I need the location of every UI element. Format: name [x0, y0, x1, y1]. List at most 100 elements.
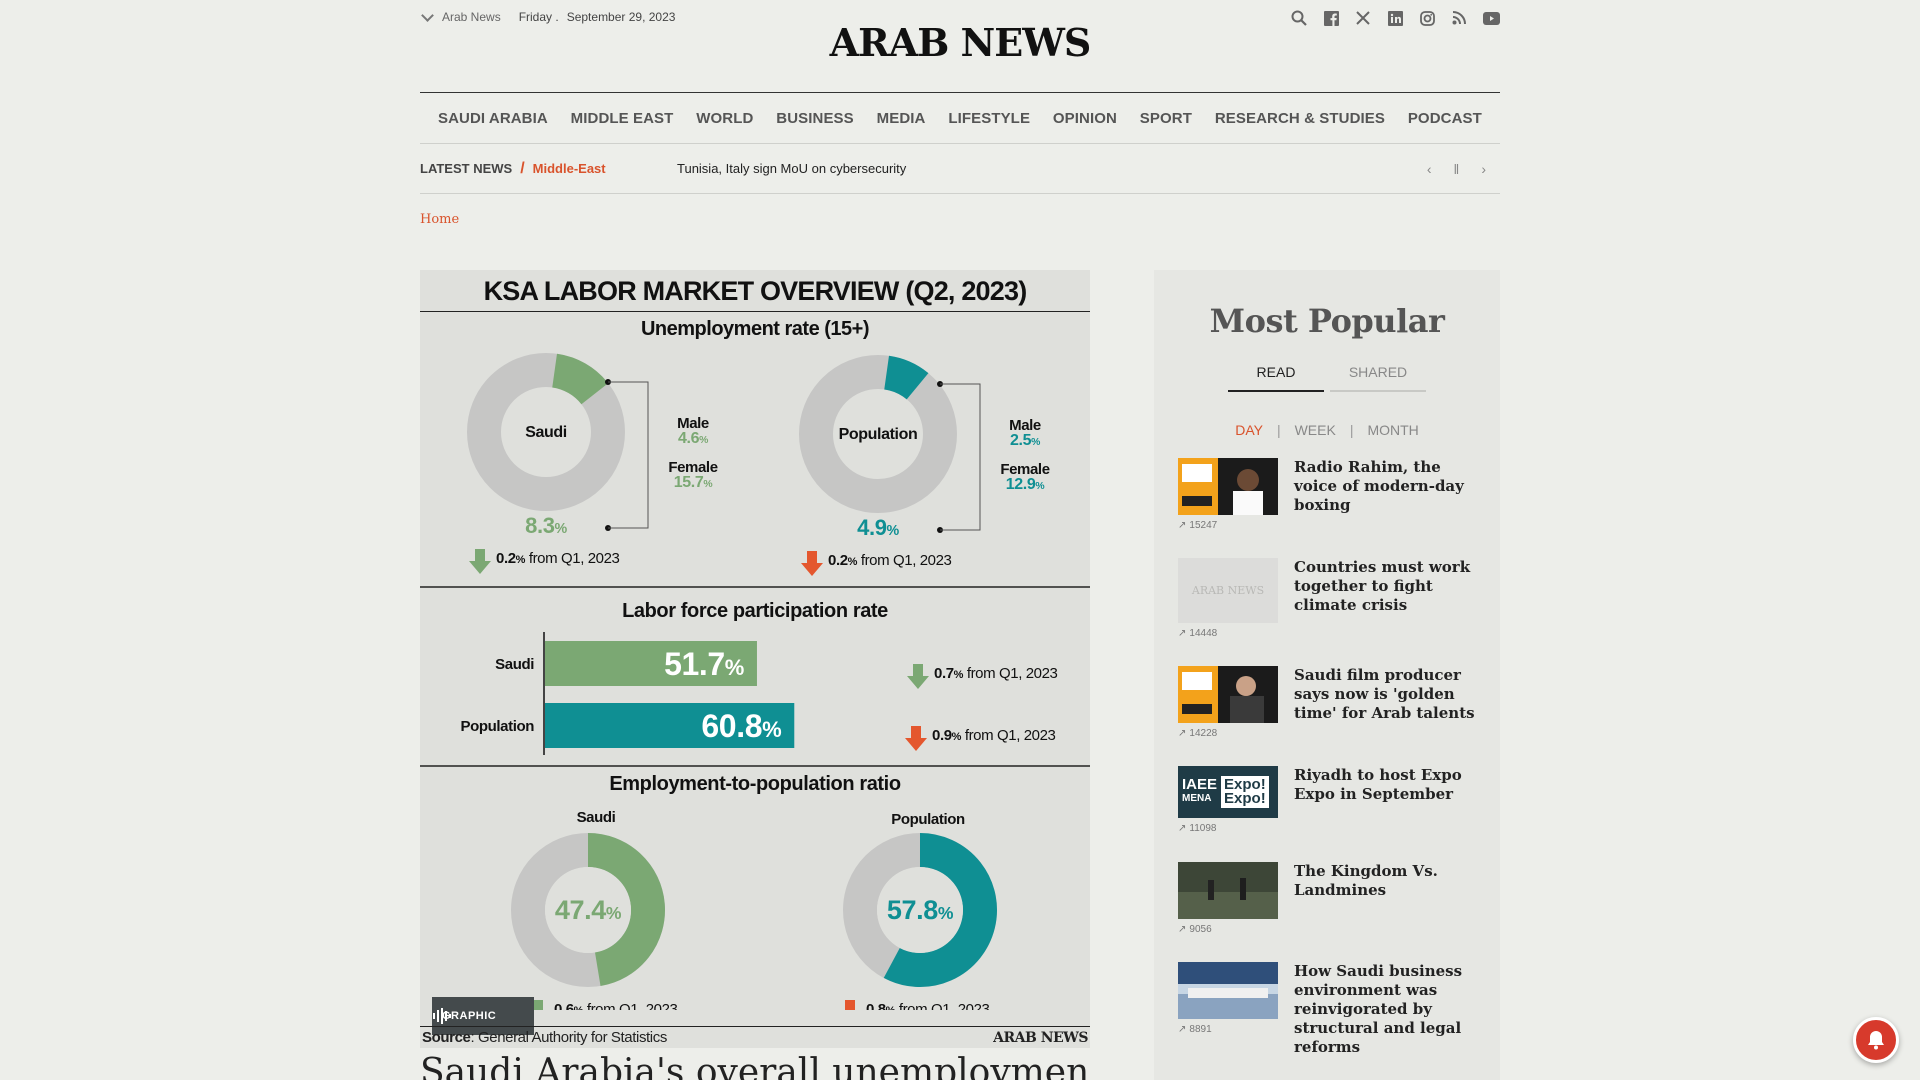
list-item[interactable]: ↗ 9056 The Kingdom Vs. Landmines	[1178, 862, 1500, 962]
read-count-value: 14228	[1189, 728, 1218, 739]
popular-title[interactable]: How Saudi business environment was reinv…	[1294, 962, 1484, 1057]
popular-title[interactable]: Riyadh to host Expo Expo in September	[1294, 766, 1484, 804]
donut-label: Population	[839, 426, 918, 443]
nav-opinion[interactable]: OPINION	[1053, 110, 1117, 127]
thumb-line: MENA	[1182, 793, 1212, 804]
period-month[interactable]: MONTH	[1353, 422, 1432, 438]
youtube-icon[interactable]	[1482, 9, 1500, 27]
chevron-right-icon[interactable]: ›	[1481, 161, 1486, 177]
read-count-value: 8891	[1189, 1024, 1212, 1035]
read-count-value: 11098	[1189, 823, 1217, 834]
down-arrow-icon	[469, 549, 491, 574]
bar-change-label: 0.7% from Q1, 2023	[934, 665, 1058, 682]
female-value: 12.9%	[1006, 476, 1045, 493]
male-value: 4.6%	[678, 430, 708, 447]
nav-media[interactable]: MEDIA	[877, 110, 926, 127]
rss-icon[interactable]	[1450, 9, 1468, 27]
read-count-value: 9056	[1189, 924, 1212, 935]
ticker-separator: /	[520, 159, 525, 177]
list-item[interactable]: IAEE MENA Expo! Expo! ↗ 11098 Riyadh to hos…	[1178, 766, 1500, 862]
notification-bell-button[interactable]	[1853, 1017, 1899, 1063]
thumbnail-iaee-expo[interactable]: IAEE MENA Expo! Expo!	[1178, 766, 1278, 818]
popular-title[interactable]: Countries must work together to fight cl…	[1294, 558, 1484, 615]
edition-label[interactable]: Arab News	[442, 10, 501, 24]
infographic-footer: Source: General Authority for Statistics…	[420, 1026, 1090, 1048]
pause-icon[interactable]: ‖	[1454, 161, 1460, 177]
tab-read[interactable]: READ	[1228, 360, 1324, 392]
footer-logo: ARAB NEWS	[993, 1029, 1088, 1046]
infographic: KSA LABOR MARKET OVERVIEW (Q2, 2023) Une…	[420, 270, 1090, 1048]
placeholder-logo: ARAB NEWS	[1178, 558, 1278, 623]
down-arrow-icon	[801, 551, 823, 576]
popular-title[interactable]: Radio Rahim, the voice of modern-day box…	[1294, 458, 1484, 515]
thumbnail-mayman-show[interactable]	[1178, 458, 1278, 515]
popular-title[interactable]: The Kingdom Vs. Landmines	[1294, 862, 1484, 900]
breadcrumb[interactable]: Home	[420, 212, 1500, 227]
read-count: ↗ 8891	[1178, 1024, 1212, 1035]
nav-sport[interactable]: SPORT	[1140, 110, 1192, 127]
trend-icon: ↗	[1178, 924, 1187, 935]
list-item[interactable]: ↗ 14228 Saudi film producer says now is '…	[1178, 666, 1500, 766]
thumb-line: Expo!	[1224, 790, 1266, 807]
ticker-category[interactable]: Middle-East	[533, 161, 606, 176]
bar-change-label: 0.9% from Q1, 2023	[932, 727, 1056, 744]
chevron-down-icon[interactable]	[421, 8, 434, 22]
tab-shared[interactable]: SHARED	[1330, 360, 1426, 392]
read-count: ↗ 15247	[1178, 520, 1217, 531]
thumbnail-mayman-show[interactable]	[1178, 666, 1278, 723]
nav-podcast[interactable]: PODCAST	[1408, 110, 1482, 127]
period-day[interactable]: DAY	[1221, 422, 1277, 438]
female-value: 15.7%	[674, 474, 713, 491]
read-count-value: 14448	[1189, 628, 1218, 639]
site-logo[interactable]: ARAB NEWS	[830, 20, 1092, 65]
unemployment-value: 4.9%	[857, 515, 899, 540]
edition-selector[interactable]: Arab News Friday . September 29, 2023	[420, 8, 676, 24]
popular-tabs: READ SHARED	[1154, 360, 1500, 392]
trend-icon: ↗	[1178, 728, 1187, 739]
read-count-value: 15247	[1189, 520, 1218, 531]
trend-icon: ↗	[1178, 1024, 1187, 1035]
nav-middle-east[interactable]: MIDDLE EAST	[571, 110, 674, 127]
thumbnail-business-group[interactable]	[1178, 962, 1278, 1019]
most-popular-heading: Most Popular	[1209, 302, 1445, 340]
nav-lifestyle[interactable]: LIFESTYLE	[948, 110, 1030, 127]
list-item[interactable]: ↗ 15247 Radio Rahim, the voice of modern-…	[1178, 458, 1500, 558]
nav-research-studies[interactable]: RESEARCH & STUDIES	[1215, 110, 1385, 127]
thumbnail-placeholder[interactable]: ARAB NEWS	[1178, 558, 1278, 623]
thumb-text: IAEE MENA	[1182, 776, 1218, 806]
ticker-controls: ‹ ‖ ›	[1427, 161, 1486, 177]
ticker-headline[interactable]: Tunisia, Italy sign MoU on cybersecurity	[677, 161, 906, 176]
donut-slice	[883, 355, 929, 400]
date-label: September 29, 2023	[566, 10, 676, 24]
down-arrow-icon	[905, 726, 927, 751]
nav-saudi-arabia[interactable]: SAUDI ARABIA	[438, 110, 548, 127]
change-label: 0.2% from Q1, 2023	[496, 550, 620, 567]
instagram-icon[interactable]	[1418, 9, 1436, 27]
change-label: 0.8% from Q1, 2023	[866, 1001, 990, 1010]
donut-slice	[551, 353, 609, 405]
facebook-icon[interactable]	[1322, 9, 1340, 27]
period-week[interactable]: WEEK	[1281, 422, 1350, 438]
thumbnail-landmines[interactable]	[1178, 862, 1278, 919]
bar-category-label: Population	[461, 718, 535, 735]
popular-title[interactable]: Saudi film producer says now is 'golden …	[1294, 666, 1484, 723]
search-icon[interactable]	[1290, 9, 1308, 27]
day-label: Friday .	[518, 10, 559, 24]
x-icon[interactable]	[1354, 9, 1372, 27]
participation-title: Labor force participation rate	[622, 600, 888, 622]
source-label: Source	[422, 1029, 471, 1046]
down-arrow-icon	[907, 664, 929, 689]
source-line: Source: General Authority for Statistics	[422, 1029, 667, 1046]
nav-world[interactable]: WORLD	[696, 110, 753, 127]
list-item[interactable]: ↗ 8891 How Saudi business environment was…	[1178, 962, 1500, 1062]
read-count: ↗ 14448	[1178, 628, 1217, 639]
list-item[interactable]: ARAB NEWS ↗ 14448 Countries must work tog…	[1178, 558, 1500, 666]
donut-label: Population	[891, 811, 965, 828]
unemployment-value: 8.3%	[525, 513, 567, 538]
top-bar: Arab News Friday . September 29, 2023 AR…	[420, 0, 1500, 92]
latest-news-ticker: LATEST NEWS / Middle-East Tunisia, Italy…	[420, 144, 1500, 194]
nav-business[interactable]: BUSINESS	[776, 110, 854, 127]
linkedin-icon[interactable]	[1386, 9, 1404, 27]
thumb-line: IAEE	[1182, 776, 1218, 793]
chevron-left-icon[interactable]: ‹	[1427, 161, 1432, 177]
